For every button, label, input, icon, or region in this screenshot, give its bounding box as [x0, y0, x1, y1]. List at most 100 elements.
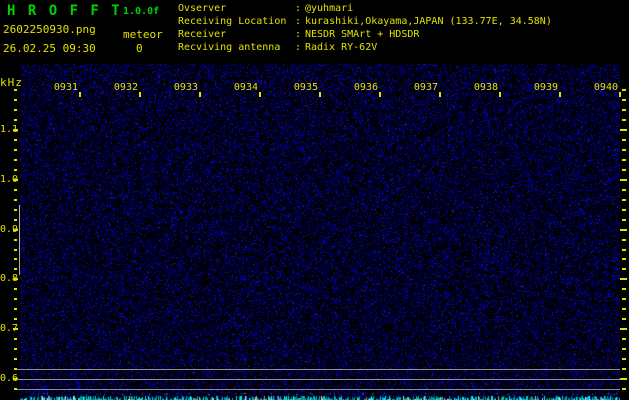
time-tick-label: 0937	[413, 82, 438, 93]
time-tick-label: 0932	[113, 82, 138, 93]
time-tick-label: 0938	[473, 82, 498, 93]
freq-minor-tick-left	[14, 308, 17, 311]
time-tick-label: 0933	[173, 82, 198, 93]
freq-major-tick-left	[13, 278, 18, 281]
datetime-label: 26.02.25 09:30	[3, 42, 96, 55]
freq-minor-tick-left	[14, 258, 17, 261]
info-value: @yuhmari	[305, 3, 354, 14]
freq-major-tick-right	[620, 178, 627, 181]
freq-major-tick-right	[620, 328, 627, 331]
time-tick-label: 0935	[293, 82, 318, 93]
info-value: kurashiki,Okayama,JAPAN (133.77E, 34.58N…	[305, 16, 552, 27]
freq-major-tick-left	[13, 129, 18, 131]
freq-tick-label: 0.6	[0, 373, 19, 384]
freq-tick-label: 0.9	[0, 223, 19, 235]
freq-major-tick-right	[620, 278, 627, 281]
freq-minor-tick-left	[14, 148, 17, 151]
info-label: Recviving antenna	[178, 42, 281, 53]
freq-minor-tick-right	[622, 298, 626, 301]
time-minute-tick	[199, 92, 201, 97]
freq-tick-label: 1.1	[0, 124, 19, 135]
freq-minor-tick-left	[14, 298, 17, 301]
reference-line	[17, 379, 620, 380]
time-tick-label: 0940	[593, 82, 618, 93]
freq-minor-tick-right	[622, 318, 626, 321]
freq-minor-tick-right	[622, 138, 626, 141]
station-info-block: Ovserver: @yuhmari Receiving Location: kura…	[178, 2, 552, 54]
freq-minor-tick-right	[622, 188, 626, 191]
freq-minor-tick-left	[14, 248, 17, 251]
freq-minor-tick-right	[622, 198, 626, 201]
time-minute-tick	[619, 92, 621, 97]
meteor-counter-label: meteor	[123, 28, 163, 41]
freq-minor-tick-right	[622, 238, 626, 241]
info-sep: :	[295, 42, 302, 53]
freq-major-tick-left	[13, 228, 18, 231]
freq-minor-tick-right	[622, 218, 626, 221]
reference-line	[17, 369, 620, 370]
info-value: NESDR SMArt + HDSDR	[305, 29, 420, 40]
freq-minor-tick-left	[14, 338, 17, 341]
freq-tick-label: 0.8	[0, 273, 19, 285]
time-tick-label: 0931	[53, 82, 78, 93]
freq-minor-tick-right	[622, 158, 626, 161]
app-title: H R O F F T	[7, 3, 122, 19]
freq-minor-tick-left	[14, 288, 17, 291]
time-minute-tick	[379, 92, 381, 97]
time-tick-label: 0936	[353, 82, 378, 93]
freq-minor-tick-left	[14, 318, 17, 321]
freq-minor-tick-right	[622, 208, 626, 211]
freq-minor-tick-right	[622, 258, 626, 261]
freq-minor-tick-right	[622, 248, 626, 251]
freq-minor-tick-right	[622, 168, 626, 171]
freq-major-tick-right	[620, 129, 627, 131]
info-label: Receiver	[178, 29, 227, 40]
freq-minor-tick-left	[14, 158, 17, 161]
freq-minor-tick-left	[14, 119, 17, 122]
info-sep: :	[295, 3, 302, 14]
meteor-counter-value: 0	[136, 42, 143, 55]
freq-minor-tick-right	[622, 348, 626, 351]
freq-minor-tick-left	[14, 238, 17, 241]
info-label: Ovserver	[178, 3, 227, 14]
freq-minor-tick-left	[14, 218, 17, 221]
freq-minor-tick-right	[622, 358, 626, 361]
time-tick-label: 0934	[233, 82, 258, 93]
y-axis-unit-label: kHz	[0, 76, 23, 89]
freq-minor-tick-left	[14, 89, 17, 92]
freq-minor-tick-right	[622, 99, 626, 102]
freq-minor-tick-right	[622, 148, 626, 151]
app-version-label: 1.0.0f	[123, 6, 160, 17]
time-minute-tick	[559, 92, 561, 97]
freq-minor-tick-left	[14, 208, 17, 211]
reference-line	[17, 389, 620, 390]
freq-minor-tick-left	[14, 99, 17, 102]
freq-minor-tick-left	[14, 198, 17, 201]
freq-minor-tick-left	[14, 138, 17, 141]
time-minute-tick	[319, 92, 321, 97]
freq-minor-tick-right	[622, 268, 626, 271]
freq-major-tick-left	[13, 178, 18, 181]
freq-minor-tick-right	[622, 89, 626, 92]
info-row: Recviving antenna: Radix RY-62V	[178, 41, 552, 54]
spectrogram-canvas	[20, 64, 620, 400]
freq-minor-tick-right	[622, 119, 626, 122]
time-minute-tick	[139, 92, 141, 97]
freq-minor-tick-left	[14, 188, 17, 191]
info-sep: :	[295, 29, 302, 40]
freq-major-tick-right	[620, 228, 627, 231]
freq-major-tick-right	[620, 378, 627, 380]
output-filename-label: 2602250930.png	[3, 23, 96, 36]
freq-minor-tick-left	[14, 348, 17, 351]
freq-minor-tick-left	[14, 358, 17, 361]
time-minute-tick	[439, 92, 441, 97]
start-marker-line	[19, 205, 20, 275]
freq-minor-tick-right	[622, 288, 626, 291]
freq-minor-tick-right	[622, 308, 626, 311]
freq-minor-tick-right	[622, 387, 626, 390]
time-minute-tick	[259, 92, 261, 97]
freq-tick-label: 1.0	[0, 173, 19, 185]
freq-tick-label: 0.7	[0, 323, 19, 335]
freq-minor-tick-left	[14, 168, 17, 171]
freq-minor-tick-right	[622, 338, 626, 341]
